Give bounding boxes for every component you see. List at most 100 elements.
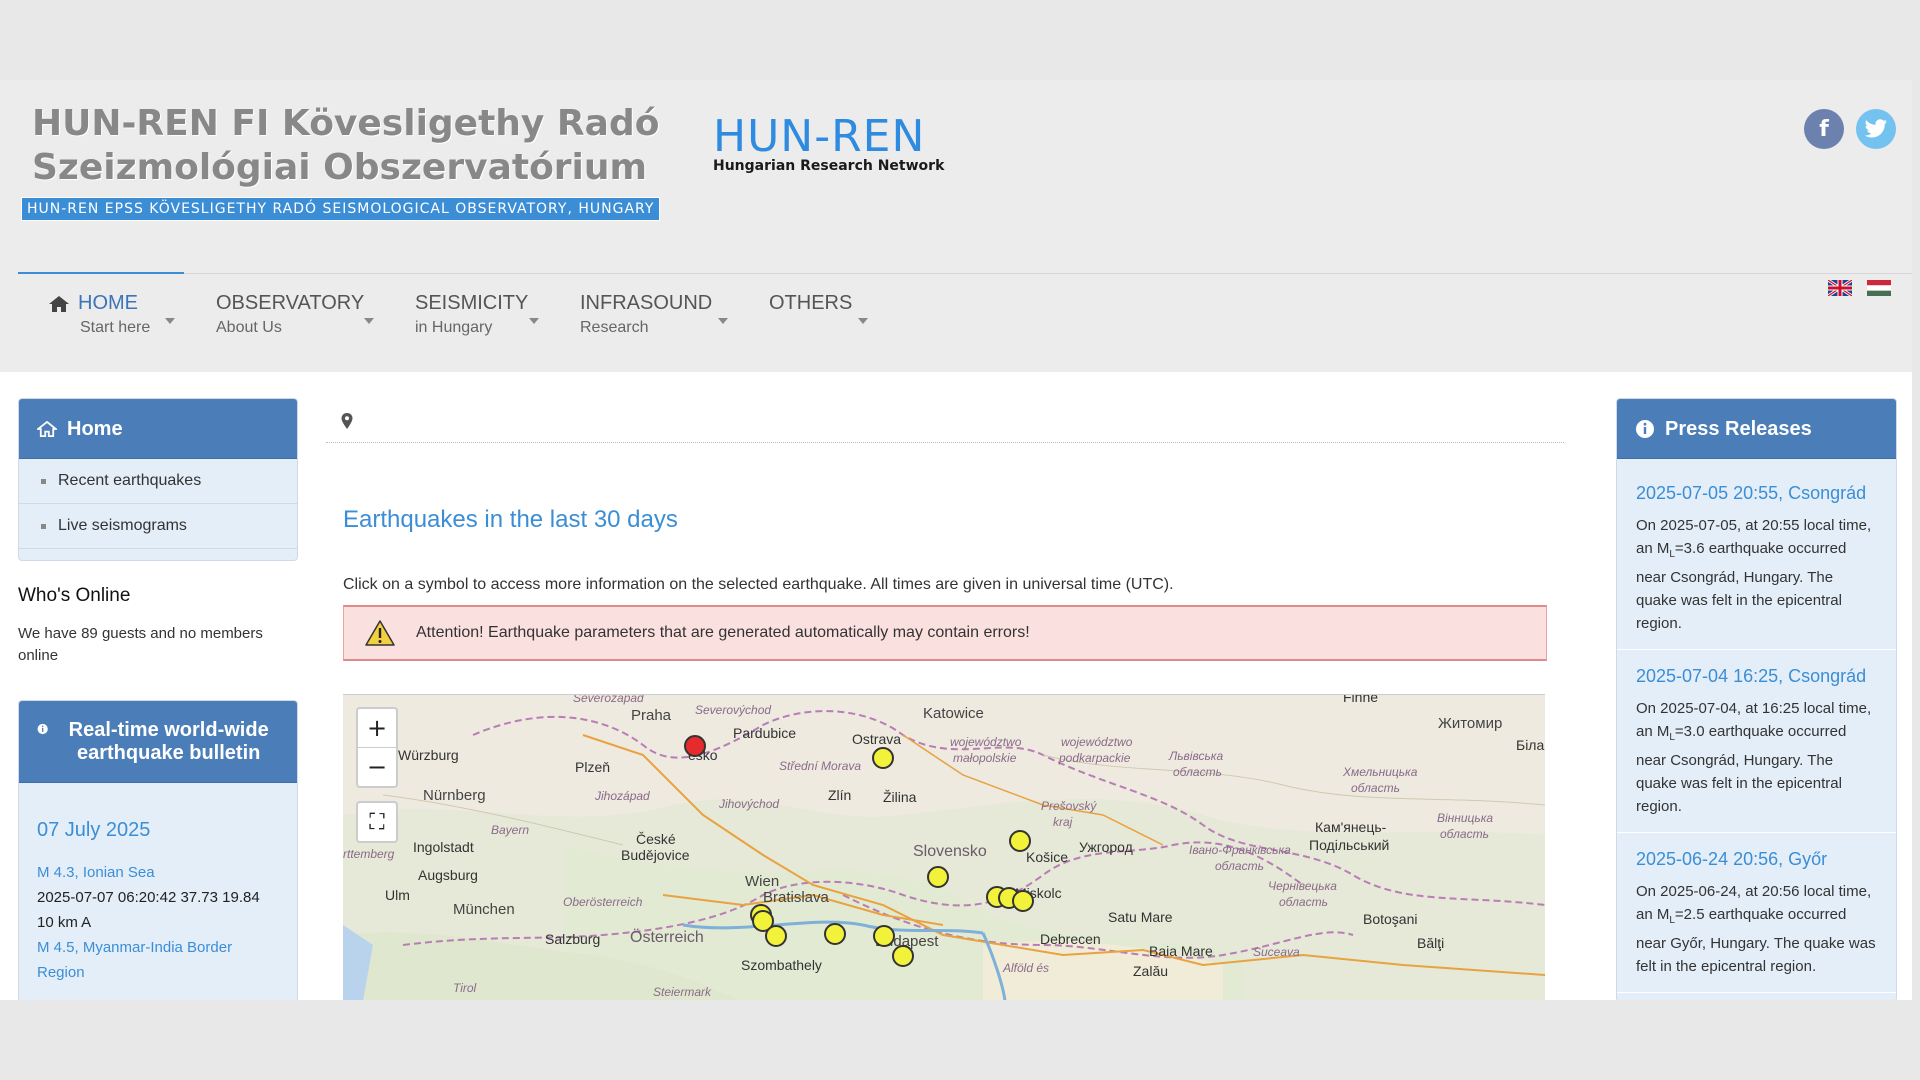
uk-flag-icon[interactable] — [1828, 280, 1852, 296]
nav-others[interactable]: OTHERS — [769, 292, 852, 319]
menu-item-label: Live seismograms — [58, 517, 187, 534]
press-item-text: On 2025-07-04, at 16:25 local time, an M… — [1636, 700, 1872, 815]
press-item: 2025-07-04 16:25, Csongrád On 2025-07-04… — [1617, 650, 1896, 833]
nav-infrasound[interactable]: INFRASOUND Research — [580, 292, 712, 337]
map-label: Вінницька — [1437, 811, 1494, 825]
map-label: Satu Mare — [1108, 909, 1173, 925]
hungary-flag-icon[interactable] — [1867, 280, 1891, 296]
bullet-icon — [41, 523, 46, 529]
home-icon — [37, 421, 57, 437]
chevron-down-icon[interactable] — [364, 318, 374, 324]
chevron-down-icon[interactable] — [529, 318, 539, 324]
nav-observatory[interactable]: OBSERVATORY About Us — [216, 292, 364, 337]
press-item-title[interactable]: 2025-07-04 16:25, Csongrád — [1636, 666, 1877, 687]
chevron-down-icon[interactable] — [718, 318, 728, 324]
map-label: Debrecen — [1040, 931, 1101, 947]
bulletin-quake-link[interactable]: M 4.3, Ionian Sea — [37, 860, 279, 885]
twitter-bird-icon — [1864, 119, 1888, 138]
bulletin-date: 07 July 2025 — [37, 819, 151, 841]
map-label: województwo — [950, 735, 1022, 749]
map-label: Oberösterreich — [563, 895, 643, 909]
home-panel-header: Home — [19, 399, 297, 459]
press-item: 2025-07-05 20:55, Csongrád On 2025-07-05… — [1617, 459, 1896, 650]
menu-item-recent-earthquakes[interactable]: Recent earthquakes — [19, 459, 297, 504]
twitter-icon[interactable] — [1856, 109, 1896, 149]
nav-seismicity-sub: in Hungary — [415, 319, 493, 336]
earthquake-marker[interactable] — [1012, 890, 1034, 912]
facebook-icon-glyph: f — [1819, 116, 1829, 142]
map-label: Žilina — [883, 789, 917, 805]
map-label: Львівська — [1169, 749, 1224, 763]
map-label: Augsburg — [418, 867, 478, 883]
press-releases-panel: Press Releases 2025-07-05 20:55, Csongrá… — [1616, 398, 1897, 1000]
bulletin-quake-link[interactable]: M 4.5, Myanmar-India Border Region — [37, 935, 279, 985]
bulletin-quake-depth: 10 km A — [37, 914, 92, 931]
earthquake-marker[interactable] — [824, 923, 846, 945]
map-label: Ingolstadt — [413, 839, 474, 855]
warning-icon — [365, 620, 395, 646]
bullet-icon — [41, 478, 46, 484]
whos-online: Who's Online We have 89 guests and no me… — [18, 585, 298, 667]
press-releases-header: Press Releases — [1617, 399, 1896, 459]
nav-seismicity[interactable]: SEISMICITY in Hungary — [415, 292, 528, 337]
zoom-control: + − — [356, 707, 398, 788]
map-label: Severozápad — [573, 694, 644, 705]
map-label: область — [1440, 827, 1489, 841]
chevron-down-icon[interactable] — [858, 318, 868, 324]
earthquake-marker[interactable] — [873, 925, 895, 947]
earthquake-marker[interactable] — [872, 747, 894, 769]
fullscreen-button[interactable]: ⛶ — [358, 803, 396, 841]
menu-item-live-seismograms[interactable]: Live seismograms — [19, 504, 297, 549]
map-label: Bayern — [491, 823, 530, 837]
site-header: HUN-REN FI Kövesligethy Radó Szeizmológi… — [0, 80, 1912, 372]
map-label: Zalău — [1133, 963, 1169, 979]
map-label: Österreich — [630, 929, 704, 946]
bulletin-panel: Real-time world-wide earthquake bulletin… — [18, 700, 298, 1000]
map-label: Ulm — [385, 887, 410, 903]
map-label: Würzburg — [398, 747, 459, 763]
map-label: rttemberg — [343, 847, 395, 861]
info-icon — [1636, 420, 1654, 438]
earthquake-marker[interactable] — [1009, 830, 1031, 852]
nav-infrasound-sub: Research — [580, 319, 649, 336]
whos-online-title: Who's Online — [18, 585, 131, 606]
map-label: Tirol — [453, 981, 477, 995]
site-title[interactable]: HUN-REN FI Kövesligethy Radó Szeizmológi… — [32, 102, 659, 190]
map-label: województwo — [1061, 735, 1133, 749]
earthquake-marker[interactable] — [927, 866, 949, 888]
chevron-down-icon[interactable] — [165, 318, 175, 324]
facebook-icon[interactable]: f — [1804, 109, 1844, 149]
map-label: Steiermark — [653, 985, 712, 999]
map-label: Хмельницька — [1343, 765, 1418, 779]
map-label: Slovensko — [913, 843, 987, 860]
breadcrumb — [326, 400, 1564, 443]
earthquake-map[interactable]: + − ⛶ Severozápad Severovýchod Praha Par… — [343, 694, 1545, 1000]
nav-home[interactable]: HOME Start here — [48, 292, 150, 337]
map-label: Bălţi — [1417, 935, 1445, 951]
map-label: Suceava — [1253, 945, 1300, 959]
press-item-title[interactable]: 2025-06-24 20:56, Győr — [1636, 849, 1877, 870]
zoom-in-button[interactable]: + — [358, 709, 396, 748]
map-label: Zlín — [828, 787, 852, 803]
earthquake-marker[interactable] — [684, 735, 706, 757]
zoom-out-button[interactable]: − — [358, 748, 396, 786]
page-title: Earthquakes in the last 30 days — [343, 506, 678, 533]
earthquake-marker[interactable] — [892, 945, 914, 967]
hunren-logo[interactable]: HUN-REN Hungarian Research Network — [713, 114, 945, 175]
map-label: Ostrava — [852, 731, 902, 747]
map-label: Кам'янець- — [1315, 819, 1387, 835]
press-item-title[interactable]: 2025-07-05 20:55, Csongrád — [1636, 483, 1877, 504]
hunren-logo-tagline: Hungarian Research Network — [713, 158, 945, 174]
bulletin-body: 07 July 2025 M 4.3, Ionian Sea 2025-07-0… — [19, 783, 297, 985]
map-label: Košice — [1026, 849, 1069, 865]
nav-observatory-sub: About Us — [216, 319, 282, 336]
map-label: Житомир — [1438, 715, 1503, 732]
map-label: Ужгород — [1079, 839, 1133, 855]
map-label: Budějovice — [621, 847, 690, 863]
nav-infrasound-label: INFRASOUND — [580, 292, 713, 314]
map-label: München — [453, 901, 515, 918]
nav-home-sub: Start here — [80, 319, 151, 336]
map-label: Praha — [631, 707, 672, 724]
earthquake-marker[interactable] — [765, 925, 787, 947]
map-label: область — [1351, 781, 1400, 795]
